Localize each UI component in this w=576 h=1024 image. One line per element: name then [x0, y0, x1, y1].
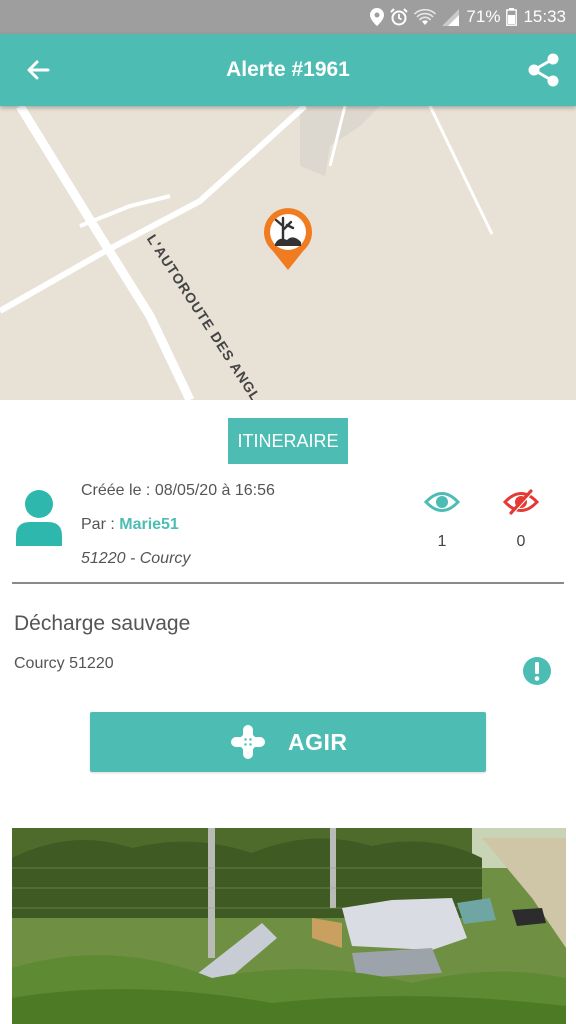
alert-photo[interactable]	[12, 828, 566, 1024]
alert-address: Courcy 51220	[14, 655, 114, 672]
author-link[interactable]: Marie51	[119, 516, 179, 533]
author-line: Par : Marie51	[81, 516, 179, 534]
status-bar: 71% 15:33	[0, 0, 576, 34]
status-icons: 71% 15:33	[370, 0, 566, 34]
signal-icon	[442, 8, 460, 26]
eye-icon[interactable]	[424, 489, 460, 515]
alarm-icon	[390, 8, 409, 26]
share-icon[interactable]	[524, 50, 564, 90]
battery-percent: 71%	[466, 7, 501, 26]
exclamation-icon[interactable]	[522, 656, 552, 686]
map-view[interactable]: L'AUTOROUTE DES ANGLAIS	[0, 106, 576, 400]
photo-image	[12, 828, 566, 1024]
avatar-icon	[16, 490, 62, 546]
seen-count: 1	[437, 533, 447, 550]
battery-icon	[506, 8, 518, 26]
location-icon	[370, 8, 385, 26]
eye-off-icon[interactable]	[503, 489, 539, 515]
alert-location: 51220 - Courcy	[81, 550, 191, 567]
created-date: Créée le : 08/05/20 à 16:56	[81, 482, 275, 499]
app-bar: Alerte #1961	[0, 34, 576, 106]
divider	[12, 582, 564, 584]
clock: 15:33	[523, 7, 566, 26]
alert-type: Décharge sauvage	[14, 612, 191, 635]
wifi-icon	[414, 8, 437, 25]
illegal-dump-marker-icon[interactable]	[261, 206, 315, 272]
author-prefix: Par :	[81, 516, 120, 533]
bandage-icon	[231, 725, 265, 759]
unseen-count: 0	[516, 533, 526, 550]
agir-button[interactable]: AGIR	[90, 712, 486, 772]
page-title: Alerte #1961	[226, 58, 350, 81]
itineraire-button[interactable]: ITINERAIRE	[228, 418, 348, 464]
agir-label: AGIR	[288, 729, 348, 755]
